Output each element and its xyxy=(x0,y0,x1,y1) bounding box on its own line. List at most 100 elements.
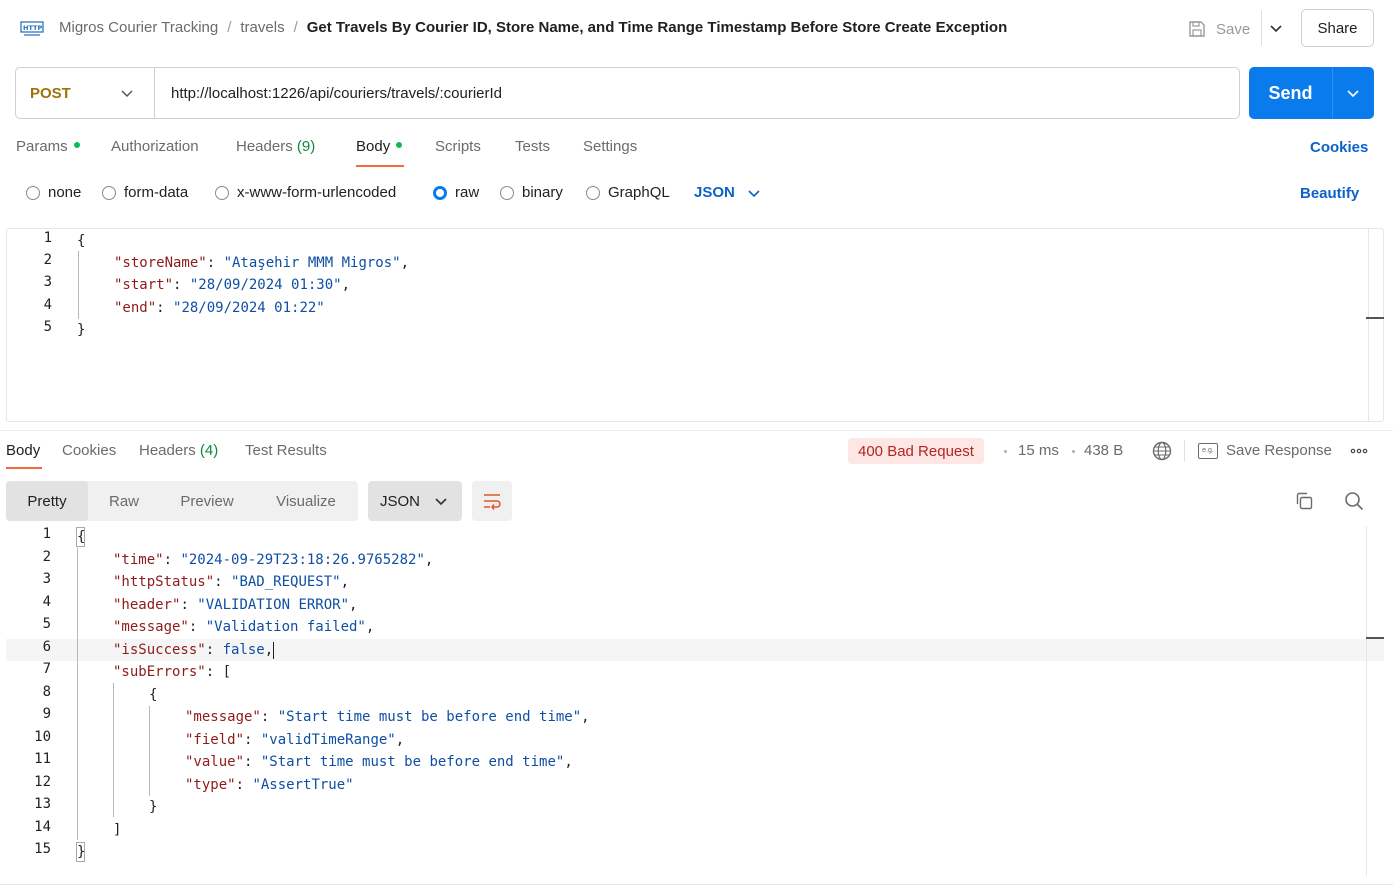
scrollbar[interactable] xyxy=(1366,526,1367,876)
response-size[interactable]: 438 B xyxy=(1084,442,1123,459)
line-number: 1 xyxy=(42,526,51,542)
json-value: "Ataşehir MMM Migros" xyxy=(223,255,401,271)
json-key: "storeName" xyxy=(114,255,207,271)
response-time[interactable]: 15 ms xyxy=(1018,442,1059,459)
scrollbar-thumb[interactable] xyxy=(1366,637,1384,639)
line-number: 3 xyxy=(43,274,52,290)
code-token: } xyxy=(149,799,158,815)
code-token: ] xyxy=(113,822,122,838)
cookies-link[interactable]: Cookies xyxy=(1310,139,1368,156)
radio-circle xyxy=(102,185,116,200)
radio-none[interactable]: none xyxy=(26,184,81,201)
radio-circle xyxy=(215,185,229,200)
json-key: "subErrors" xyxy=(113,664,206,680)
json-key: "type" xyxy=(185,777,236,793)
breadcrumb-separator: / xyxy=(227,19,232,36)
json-value: "Start time must be before end time" xyxy=(260,754,565,770)
json-key: "end" xyxy=(114,300,157,316)
response-body-viewer[interactable]: 1 2 3 4 5 6 7 8 9 10 11 12 13 14 15 { "t… xyxy=(0,526,1393,876)
line-number: 12 xyxy=(34,774,51,790)
chevron-down-icon xyxy=(748,189,760,197)
active-tab-indicator xyxy=(6,467,42,469)
save-icon xyxy=(1189,21,1205,37)
tab-response-cookies[interactable]: Cookies xyxy=(62,442,116,459)
view-preview[interactable]: Preview xyxy=(160,481,254,521)
wrap-lines-button[interactable] xyxy=(472,481,512,521)
line-number: 10 xyxy=(34,729,51,745)
radio-binary[interactable]: binary xyxy=(500,184,563,201)
breadcrumb-collection[interactable]: Migros Courier Tracking xyxy=(59,19,218,36)
divider xyxy=(1332,67,1333,119)
divider xyxy=(1184,440,1185,462)
line-number: 13 xyxy=(34,796,51,812)
divider xyxy=(0,430,1393,431)
chevron-down-icon[interactable] xyxy=(1346,86,1360,100)
json-key: "time" xyxy=(113,552,164,568)
save-button[interactable]: Save xyxy=(1188,17,1250,41)
copy-icon[interactable] xyxy=(1294,491,1314,511)
body-language-select[interactable]: JSON xyxy=(694,184,761,201)
line-number: 2 xyxy=(43,252,52,268)
language-label: JSON xyxy=(694,184,735,201)
request-body-editor[interactable]: 1 2 3 4 5 { "storeName": "Ataşehir MMM M… xyxy=(6,228,1384,422)
line-number: 1 xyxy=(43,230,52,246)
save-response-label: Save Response xyxy=(1226,442,1332,459)
method-select[interactable]: POST xyxy=(16,68,155,118)
radio-form-data[interactable]: form-data xyxy=(102,184,188,201)
tab-scripts[interactable]: Scripts xyxy=(435,138,481,155)
json-value: "AssertTrue" xyxy=(252,777,354,793)
tab-response-body[interactable]: Body xyxy=(6,442,40,459)
json-key: "value" xyxy=(185,754,245,770)
tab-settings[interactable]: Settings xyxy=(583,138,637,155)
json-value: "2024-09-29T23:18:26.9765282" xyxy=(180,552,425,568)
tab-tests[interactable]: Tests xyxy=(515,138,550,155)
save-response-button[interactable]: e.g. Save Response xyxy=(1198,442,1332,459)
tab-authorization[interactable]: Authorization xyxy=(111,138,199,155)
radio-urlencoded[interactable]: x-www-form-urlencoded xyxy=(215,184,396,201)
line-number: 14 xyxy=(34,819,51,835)
line-number: 11 xyxy=(34,751,51,767)
response-language-select[interactable]: JSON xyxy=(368,481,462,521)
request-title[interactable]: Get Travels By Courier ID, Store Name, a… xyxy=(307,19,1008,36)
code-token: { xyxy=(77,233,86,249)
radio-circle xyxy=(500,185,514,200)
json-value: "Start time must be before end time" xyxy=(277,709,582,725)
scrollbar[interactable] xyxy=(1368,229,1369,421)
view-visualize[interactable]: Visualize xyxy=(254,481,358,521)
tab-params[interactable]: Params xyxy=(16,138,80,155)
code-token: } xyxy=(77,322,86,338)
http-request-icon: HTTP xyxy=(20,21,44,36)
response-view-selector: Pretty Raw Preview Visualize xyxy=(6,481,358,521)
code-token: { xyxy=(77,529,86,545)
search-icon[interactable] xyxy=(1344,491,1364,511)
divider xyxy=(1261,10,1262,46)
line-number: 15 xyxy=(34,841,51,857)
radio-raw[interactable]: raw xyxy=(433,184,479,201)
view-pretty[interactable]: Pretty xyxy=(6,481,88,521)
scrollbar-thumb[interactable] xyxy=(1366,317,1384,319)
share-button[interactable]: Share xyxy=(1301,9,1374,47)
chevron-down-icon xyxy=(435,498,447,506)
breadcrumb: Migros Courier Tracking / travels / Get … xyxy=(59,19,1007,36)
send-button[interactable]: Send xyxy=(1249,67,1374,119)
chevron-down-icon[interactable] xyxy=(1268,20,1284,36)
url-input[interactable]: http://localhost:1226/api/couriers/trave… xyxy=(171,85,502,102)
tab-response-headers[interactable]: Headers (4) xyxy=(139,442,218,459)
radio-graphql[interactable]: GraphQL xyxy=(586,184,670,201)
tab-headers[interactable]: Headers (9) xyxy=(236,138,315,155)
status-badge[interactable]: 400 Bad Request xyxy=(848,438,984,464)
tab-test-results[interactable]: Test Results xyxy=(245,442,327,459)
tab-body[interactable]: Body xyxy=(356,138,403,155)
divider xyxy=(0,884,1393,885)
beautify-button[interactable]: Beautify xyxy=(1300,185,1359,202)
active-tab-indicator xyxy=(356,165,404,167)
breadcrumb-folder[interactable]: travels xyxy=(240,19,284,36)
radio-circle-selected xyxy=(433,185,447,200)
separator-dot xyxy=(1004,450,1007,453)
line-number: 3 xyxy=(42,571,51,587)
globe-icon[interactable] xyxy=(1152,441,1172,461)
json-value: "Validation failed" xyxy=(205,619,366,635)
more-options-icon[interactable] xyxy=(1350,444,1368,458)
view-raw[interactable]: Raw xyxy=(88,481,160,521)
line-number: 5 xyxy=(42,616,51,632)
